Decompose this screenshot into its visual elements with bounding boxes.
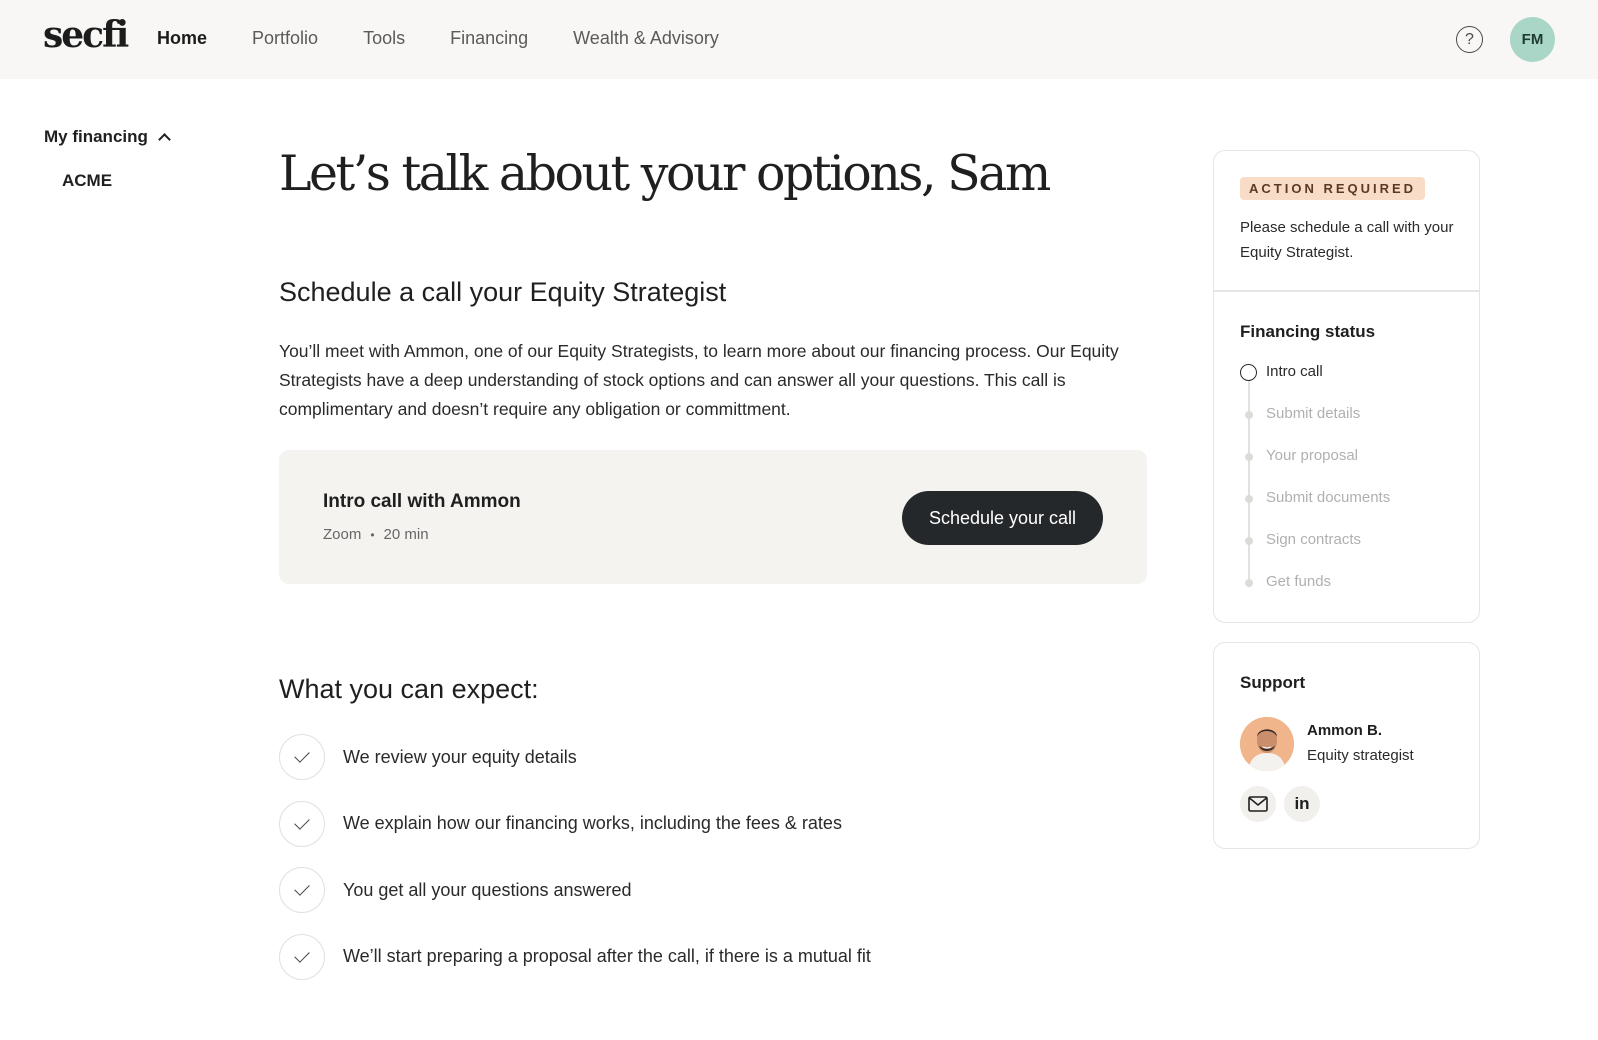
call-meta: Zoom • 20 min	[323, 526, 429, 543]
main-nav: Home Portfolio Tools Financing Wealth & …	[157, 28, 764, 49]
expect-item-label: We’ll start preparing a proposal after t…	[343, 946, 871, 966]
question-circle-icon[interactable]: ?	[1456, 26, 1483, 53]
my-financing-toggle[interactable]: My financing	[44, 127, 171, 147]
list-item: We review your equity details	[279, 734, 871, 780]
status-steps: Intro call Submit details Your proposal …	[1240, 363, 1390, 615]
step-intro-call: Intro call	[1240, 363, 1390, 405]
action-required-badge: ACTION REQUIRED	[1240, 177, 1426, 200]
step-sign-contracts: Sign contracts	[1240, 531, 1390, 573]
expect-item-label: We review your equity details	[343, 746, 577, 767]
step-your-proposal: Your proposal	[1240, 447, 1390, 489]
check-icon	[279, 800, 325, 847]
secfi-logo[interactable]: secfi	[43, 14, 129, 56]
linkedin-icon[interactable]: in	[1284, 786, 1320, 822]
step-submit-documents: Submit documents	[1240, 489, 1390, 531]
step-label: Submit documents	[1266, 489, 1391, 506]
divider	[1214, 290, 1479, 292]
strategist-role: Equity strategist	[1307, 747, 1414, 764]
call-title: Intro call with Ammon	[323, 491, 521, 512]
list-item: We explain how our financing works, incl…	[279, 800, 871, 847]
nav-portfolio[interactable]: Portfolio	[252, 28, 318, 49]
step-label: Get funds	[1266, 573, 1332, 590]
pending-step-icon	[1240, 406, 1257, 423]
schedule-call-button[interactable]: Schedule your call	[902, 491, 1103, 545]
expect-heading: What you can expect:	[279, 674, 539, 704]
intro-call-card: Intro call with Ammon Zoom • 20 min Sche…	[279, 450, 1147, 584]
check-icon	[279, 734, 325, 780]
pending-step-icon	[1240, 532, 1257, 549]
nav-financing[interactable]: Financing	[450, 28, 528, 49]
pending-step-icon	[1240, 448, 1257, 465]
sidebar-item-acme[interactable]: ACME	[62, 171, 112, 191]
call-platform: Zoom	[323, 526, 362, 543]
mail-icon[interactable]	[1240, 786, 1276, 822]
pending-step-icon	[1240, 490, 1257, 507]
user-avatar[interactable]: FM	[1510, 17, 1555, 62]
call-duration: 20 min	[383, 526, 429, 543]
support-card: Support Ammon B. Equity strategist in	[1213, 642, 1480, 849]
list-item: We’ll start preparing a proposal after t…	[279, 933, 871, 980]
strategist-avatar	[1240, 717, 1294, 771]
step-get-funds: Get funds	[1240, 573, 1390, 615]
page-title: Let’s talk about your options, Sam	[279, 145, 1051, 202]
support-title: Support	[1240, 673, 1306, 692]
nav-home[interactable]: Home	[157, 28, 207, 49]
expect-item-label: We explain how our financing works, incl…	[343, 813, 842, 833]
step-label: Submit details	[1266, 405, 1361, 422]
pending-step-icon	[1240, 574, 1257, 591]
intro-paragraph: You’ll meet with Ammon, one of our Equit…	[279, 341, 1119, 419]
nav-wealth-advisory[interactable]: Wealth & Advisory	[573, 28, 719, 49]
step-submit-details: Submit details	[1240, 405, 1390, 447]
step-label: Intro call	[1266, 363, 1323, 380]
current-step-icon	[1240, 364, 1257, 381]
nav-tools[interactable]: Tools	[363, 28, 405, 49]
top-navigation-bar: secfi Home Portfolio Tools Financing Wea…	[0, 0, 1598, 79]
chevron-up-icon	[158, 133, 171, 146]
schedule-heading: Schedule a call your Equity Strategist	[279, 277, 727, 307]
expect-list: We review your equity details We explain…	[279, 734, 871, 1000]
step-label: Your proposal	[1266, 447, 1359, 464]
strategist-name: Ammon B.	[1307, 722, 1382, 739]
step-label: Sign contracts	[1266, 531, 1362, 548]
list-item: You get all your questions answered	[279, 867, 871, 913]
action-text: Please schedule a call with your Equity …	[1240, 219, 1454, 261]
bullet-separator: •	[370, 527, 375, 542]
financing-status-title: Financing status	[1240, 322, 1376, 341]
expect-item-label: You get all your questions answered	[343, 879, 632, 900]
my-financing-label: My financing	[44, 127, 148, 146]
check-icon	[279, 933, 325, 980]
check-icon	[279, 867, 325, 913]
financing-status-card: ACTION REQUIRED Please schedule a call w…	[1213, 150, 1480, 623]
